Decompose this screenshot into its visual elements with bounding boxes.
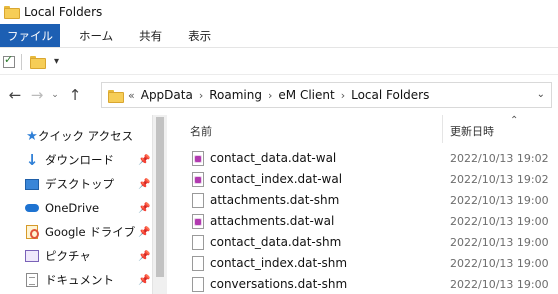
column-header-modified[interactable]: 更新日時 bbox=[450, 123, 494, 139]
file-modified: 2022/10/13 19:00 bbox=[450, 278, 549, 291]
file-name: contact_index.dat-shm bbox=[210, 256, 348, 270]
file-modified: 2022/10/13 19:00 bbox=[450, 215, 549, 228]
file-icon bbox=[192, 277, 204, 292]
nav-item-documents[interactable]: ドキュメント 📌 bbox=[0, 268, 152, 292]
title-bar: Local Folders bbox=[0, 0, 558, 23]
nav-item-label: ピクチャ bbox=[45, 249, 91, 263]
file-row[interactable]: attachments.dat-wal 2022/10/13 19:00 bbox=[168, 211, 558, 232]
nav-item-google-drive[interactable]: Google ドライブ 📌 bbox=[0, 220, 152, 244]
file-modified: 2022/10/13 19:00 bbox=[450, 257, 549, 270]
pin-icon[interactable]: 📌 bbox=[138, 155, 150, 166]
address-row: ← → ⌄ ↑ « AppData › Roaming › eM Client … bbox=[0, 76, 558, 114]
nav-item-pictures[interactable]: ピクチャ 📌 bbox=[0, 244, 152, 268]
file-row[interactable]: contact_data.dat-shm 2022/10/13 19:00 bbox=[168, 232, 558, 253]
download-icon: ↓ bbox=[25, 151, 39, 169]
file-name: attachments.dat-shm bbox=[210, 193, 340, 207]
breadcrumb-local-folders[interactable]: Local Folders bbox=[351, 88, 429, 102]
forward-button[interactable]: → bbox=[26, 86, 48, 104]
wal-file-icon bbox=[192, 214, 204, 229]
file-modified: 2022/10/13 19:00 bbox=[450, 236, 549, 249]
pin-icon[interactable]: 📌 bbox=[138, 251, 150, 262]
recent-locations-dropdown[interactable]: ⌄ bbox=[48, 90, 62, 100]
file-row[interactable]: contact_index.dat-shm 2022/10/13 19:00 bbox=[168, 253, 558, 274]
folder-icon bbox=[4, 6, 20, 19]
chevron-right-icon[interactable]: › bbox=[268, 89, 272, 102]
navigation-pane: ★ クイック アクセス ↓ ダウンロード 📌 デスクトップ 📌 OneDrive… bbox=[0, 115, 152, 294]
documents-icon bbox=[24, 272, 40, 288]
pin-icon[interactable]: 📌 bbox=[138, 227, 150, 238]
nav-scrollbar[interactable] bbox=[152, 115, 167, 294]
file-modified: 2022/10/13 19:00 bbox=[450, 194, 549, 207]
file-row[interactable]: contact_data.dat-wal 2022/10/13 19:02 bbox=[168, 148, 558, 169]
file-modified: 2022/10/13 19:02 bbox=[450, 152, 549, 165]
tab-share[interactable]: 共有 bbox=[130, 24, 171, 47]
tab-view[interactable]: 表示 bbox=[179, 24, 220, 47]
wal-file-icon bbox=[192, 151, 204, 166]
file-modified: 2022/10/13 19:02 bbox=[450, 173, 549, 186]
pictures-icon bbox=[24, 248, 40, 264]
file-name: attachments.dat-wal bbox=[210, 214, 335, 228]
quick-access-toolbar: ▾ bbox=[0, 49, 558, 75]
file-icon bbox=[192, 193, 204, 208]
tab-home[interactable]: ホーム bbox=[70, 24, 122, 47]
file-row[interactable]: conversations.dat-shm 2022/10/13 19:00 bbox=[168, 274, 558, 294]
pin-icon[interactable]: 📌 bbox=[138, 203, 150, 214]
up-button[interactable]: ↑ bbox=[64, 86, 86, 104]
file-icon bbox=[192, 235, 204, 250]
wal-file-icon bbox=[192, 172, 204, 187]
nav-item-label: ダウンロード bbox=[45, 153, 114, 167]
address-folder-icon bbox=[108, 89, 124, 103]
column-header-name[interactable]: 名前 bbox=[190, 123, 212, 139]
properties-check-icon[interactable] bbox=[3, 53, 15, 68]
breadcrumb-overflow[interactable]: « bbox=[128, 89, 135, 102]
file-list-header: ⌃ 名前 更新日時 bbox=[168, 115, 558, 143]
nav-item-label: ドキュメント bbox=[45, 273, 114, 287]
chevron-right-icon[interactable]: › bbox=[199, 89, 203, 102]
sort-caret-icon: ⌃ bbox=[510, 115, 519, 126]
nav-item-label: クイック アクセス bbox=[38, 129, 134, 143]
nav-item-desktop[interactable]: デスクトップ 📌 bbox=[0, 172, 152, 196]
address-bar[interactable]: « AppData › Roaming › eM Client › Local … bbox=[101, 82, 552, 108]
file-row[interactable]: contact_index.dat-wal 2022/10/13 19:02 bbox=[168, 169, 558, 190]
file-name: contact_index.dat-wal bbox=[210, 172, 343, 186]
chevron-down-icon[interactable]: ⌄ bbox=[537, 89, 545, 100]
file-icon bbox=[192, 256, 204, 271]
file-name: conversations.dat-shm bbox=[210, 277, 348, 291]
file-name: contact_data.dat-wal bbox=[210, 151, 337, 165]
file-row[interactable]: attachments.dat-shm 2022/10/13 19:00 bbox=[168, 190, 558, 211]
breadcrumb-roaming[interactable]: Roaming bbox=[209, 88, 262, 102]
new-folder-icon[interactable] bbox=[30, 56, 46, 69]
breadcrumb-emclient[interactable]: eM Client bbox=[278, 88, 334, 102]
tab-file[interactable]: ファイル bbox=[0, 24, 60, 47]
nav-item-label: OneDrive bbox=[45, 201, 100, 215]
back-button[interactable]: ← bbox=[4, 86, 26, 104]
nav-item-quick-access[interactable]: ★ クイック アクセス bbox=[0, 124, 152, 148]
file-name: contact_data.dat-shm bbox=[210, 235, 342, 249]
nav-item-label: Google ドライブ bbox=[45, 225, 136, 239]
nav-item-onedrive[interactable]: OneDrive 📌 bbox=[0, 196, 152, 220]
onedrive-icon bbox=[24, 200, 40, 216]
customize-toolbar-dropdown[interactable]: ▾ bbox=[54, 56, 59, 67]
google-drive-icon bbox=[24, 224, 40, 240]
chevron-right-icon[interactable]: › bbox=[341, 89, 345, 102]
column-divider[interactable] bbox=[442, 115, 443, 143]
window-title: Local Folders bbox=[24, 4, 103, 19]
ribbon-tabs: ファイル ホーム 共有 表示 bbox=[0, 24, 558, 48]
pin-icon[interactable]: 📌 bbox=[138, 179, 150, 190]
breadcrumb-appdata[interactable]: AppData bbox=[141, 88, 193, 102]
toolbar-separator bbox=[21, 53, 22, 70]
pin-icon[interactable]: 📌 bbox=[138, 275, 150, 286]
nav-item-downloads[interactable]: ↓ ダウンロード 📌 bbox=[0, 148, 152, 172]
nav-item-label: デスクトップ bbox=[45, 177, 114, 191]
nav-scrollbar-thumb[interactable] bbox=[156, 117, 164, 277]
desktop-icon bbox=[24, 176, 40, 192]
